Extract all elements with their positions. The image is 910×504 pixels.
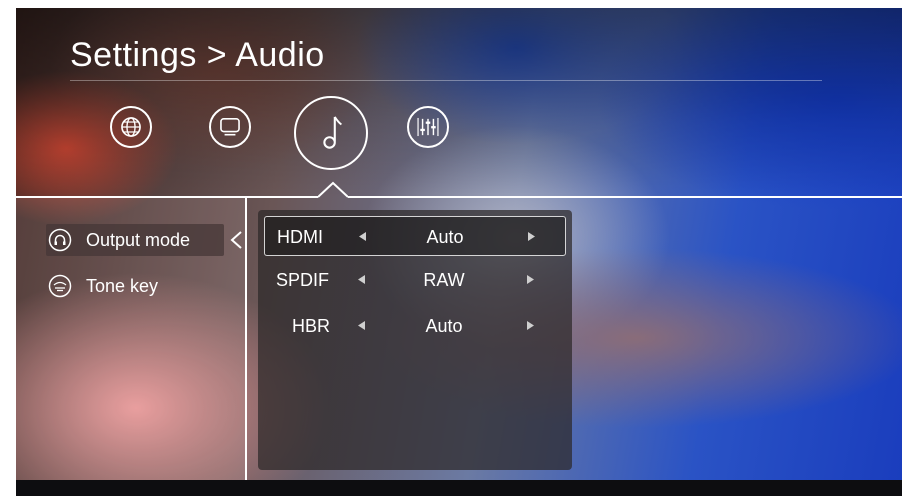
section-divider-right bbox=[348, 196, 902, 198]
arrow-right-icon[interactable] bbox=[527, 275, 534, 284]
arrow-left-icon[interactable] bbox=[359, 232, 366, 241]
option-row-hdmi[interactable]: HDMI Auto bbox=[264, 216, 566, 256]
tone-key-icon bbox=[48, 274, 72, 298]
arrow-left-icon[interactable] bbox=[358, 275, 365, 284]
option-row-spdif[interactable]: SPDIF RAW bbox=[264, 260, 566, 300]
title-divider bbox=[70, 80, 822, 81]
option-label: HBR bbox=[292, 316, 331, 336]
sidebar-item-tone-key[interactable]: Tone key bbox=[46, 270, 224, 302]
category-network-button[interactable] bbox=[110, 106, 152, 148]
headphones-icon bbox=[48, 228, 72, 252]
music-note-icon bbox=[323, 116, 342, 149]
option-label: SPDIF bbox=[276, 270, 330, 290]
option-value: Auto bbox=[425, 316, 463, 336]
screen: Settings > Audio Output mode Tone key HD… bbox=[16, 8, 902, 496]
sidebar-item-label: Output mode bbox=[86, 229, 191, 250]
option-label: HDMI bbox=[277, 227, 323, 247]
page-title: Settings > Audio bbox=[70, 36, 325, 74]
arrow-right-icon[interactable] bbox=[528, 232, 535, 241]
sidebar-item-label: Tone key bbox=[86, 275, 159, 296]
globe-icon bbox=[121, 117, 141, 137]
selected-category-pointer bbox=[318, 181, 348, 198]
option-row-hbr[interactable]: HBR Auto bbox=[264, 306, 566, 346]
sidebar-divider bbox=[245, 198, 247, 480]
arrow-right-icon[interactable] bbox=[527, 321, 534, 330]
arrow-left-icon[interactable] bbox=[358, 321, 365, 330]
monitor-icon bbox=[220, 118, 240, 136]
chevron-left-icon bbox=[230, 231, 242, 249]
equalizer-icon bbox=[417, 117, 439, 137]
sidebar-item-output-mode[interactable]: Output mode bbox=[46, 224, 224, 256]
category-audio-button[interactable] bbox=[294, 96, 368, 170]
category-equalizer-button[interactable] bbox=[407, 106, 449, 148]
bottom-bar bbox=[16, 480, 902, 496]
audio-options-panel: HDMI Auto SPDIF RAW HBR Auto bbox=[258, 210, 572, 470]
option-value: Auto bbox=[426, 227, 464, 247]
category-display-button[interactable] bbox=[209, 106, 251, 148]
option-value: RAW bbox=[423, 270, 465, 290]
